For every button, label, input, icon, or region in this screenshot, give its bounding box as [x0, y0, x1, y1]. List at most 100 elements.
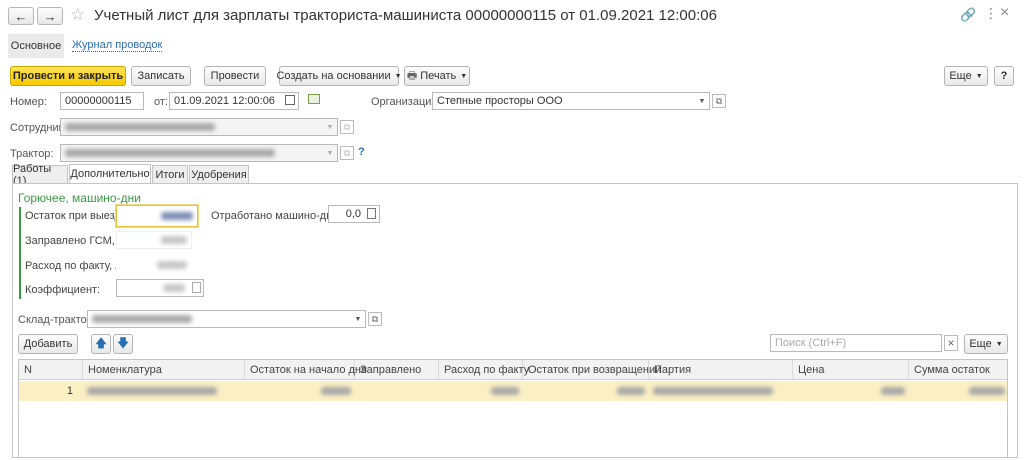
actual-value-blurred: [157, 261, 187, 269]
menu-icon[interactable]: ⋮: [984, 5, 998, 22]
coefficient-value-blurred: [163, 284, 185, 292]
column-header-actual[interactable]: Расход по факту: [439, 360, 529, 380]
printer-icon: 🖶: [406, 69, 418, 82]
refueled-field[interactable]: [116, 231, 192, 249]
row-number: 1: [66, 385, 73, 397]
nav-tab-main[interactable]: Основное: [8, 34, 64, 58]
column-header-batch[interactable]: Партия: [649, 360, 793, 380]
items-table: N Номенклатура Остаток на начало дня Зап…: [18, 359, 1008, 458]
tractor-field[interactable]: [60, 144, 338, 162]
chevron-down-icon: ▼: [975, 72, 983, 80]
tractor-dropdown-icon[interactable]: ▼: [324, 145, 336, 161]
window-title: Учетный лист для зарплаты тракториста-ма…: [94, 7, 717, 24]
machine-days-value: 0,0: [345, 208, 361, 220]
table-header: N Номенклатура Остаток на начало дня Зап…: [19, 360, 1007, 380]
tractor-open-icon[interactable]: ⧉: [340, 146, 354, 160]
employee-dropdown-icon[interactable]: ▼: [324, 119, 336, 135]
refueled-value-blurred: [161, 236, 187, 244]
warehouse-label: Склад-трактор:: [18, 314, 96, 326]
tab-additional[interactable]: Дополнительно: [69, 164, 151, 183]
row-start-balance-cell: [245, 381, 355, 401]
organization-open-icon[interactable]: ⧉: [712, 94, 726, 108]
calendar-icon[interactable]: [285, 95, 295, 105]
table-more-label: Еще: [969, 338, 992, 350]
back-button[interactable]: ←: [8, 7, 34, 25]
number-field[interactable]: 00000000115: [60, 92, 144, 110]
tab-additional-label: Дополнительно: [70, 168, 150, 180]
organization-dropdown-icon[interactable]: ▼: [696, 93, 708, 109]
post-button[interactable]: Провести: [204, 66, 266, 86]
move-down-button[interactable]: 🡇: [113, 334, 133, 354]
row-balance-sum-cell: [909, 381, 1007, 401]
column-header-start-balance[interactable]: Остаток на начало дня: [245, 360, 367, 380]
coefficient-label: Коэффициент:: [25, 284, 101, 296]
tab-totals-label: Итоги: [155, 168, 185, 181]
warehouse-open-icon[interactable]: ⧉: [368, 312, 382, 326]
table-row[interactable]: 1: [19, 381, 1007, 401]
column-header-nomenclature[interactable]: Номенклатура: [83, 360, 245, 380]
fuel-group-bar: [19, 207, 21, 299]
calculator-icon[interactable]: [367, 208, 376, 219]
arrow-up-icon: 🡅: [94, 335, 108, 350]
row-refueled-cell: [355, 381, 439, 401]
help-button[interactable]: ?: [994, 66, 1014, 86]
favorite-star-icon[interactable]: ☆: [70, 5, 85, 25]
tractor-label: Трактор:: [10, 148, 54, 160]
tab-fertilizers[interactable]: Удобрения: [189, 165, 249, 183]
employee-label: Сотрудник:: [10, 122, 67, 134]
warehouse-value-blurred: [92, 315, 192, 323]
employee-value-blurred: [65, 123, 215, 131]
coefficient-field[interactable]: [116, 279, 204, 297]
search-input[interactable]: Поиск (Ctrl+F): [770, 334, 942, 352]
row-return-balance-cell: [523, 381, 649, 401]
remaining-label: Остаток при выезде:: [25, 210, 131, 222]
more-button[interactable]: Еще ▼: [944, 66, 988, 86]
column-header-price[interactable]: Цена: [793, 360, 909, 380]
post-and-close-button[interactable]: Провести и закрыть: [10, 66, 126, 86]
create-based-on-button[interactable]: Создать на основании ▼: [276, 66, 402, 86]
tab-works[interactable]: Работы (1): [12, 163, 68, 187]
remaining-field[interactable]: [116, 205, 198, 227]
table-more-button[interactable]: Еще ▼: [964, 334, 1008, 354]
save-button[interactable]: Записать: [131, 66, 191, 86]
link-icon[interactable]: 🔗: [960, 7, 976, 23]
remaining-value-blurred: [161, 212, 193, 220]
add-button[interactable]: Добавить: [18, 334, 78, 354]
date-field[interactable]: 01.09.2021 12:00:06: [169, 92, 299, 110]
tractor-help-icon[interactable]: ?: [358, 146, 365, 158]
warehouse-dropdown-icon[interactable]: ▼: [352, 311, 364, 327]
refueled-label: Заправлено ГСМ, л:: [25, 235, 128, 247]
column-header-n[interactable]: N: [19, 360, 83, 380]
nav-tab-main-label: Основное: [10, 40, 62, 52]
print-label: Печать: [420, 70, 457, 82]
nav-tab-journal[interactable]: Журнал проводок: [72, 39, 163, 52]
column-header-balance-sum[interactable]: Сумма остаток: [909, 360, 1007, 380]
fuel-group-title: Горючее, машино-дни: [18, 191, 141, 205]
more-label: Еще: [949, 70, 972, 82]
warehouse-field[interactable]: [87, 310, 366, 328]
row-actual-cell: [439, 381, 523, 401]
column-header-refueled[interactable]: Заправлено: [355, 360, 439, 380]
calculator-icon[interactable]: [192, 282, 201, 293]
forward-button[interactable]: →: [37, 7, 63, 25]
chevron-down-icon: ▼: [394, 72, 402, 80]
row-price-cell: [793, 381, 909, 401]
tab-totals[interactable]: Итоги: [152, 165, 188, 183]
number-label: Номер:: [10, 96, 47, 108]
search-clear-icon[interactable]: ×: [944, 335, 958, 351]
move-up-button[interactable]: 🡅: [91, 334, 111, 354]
employee-open-icon[interactable]: ⧉: [340, 120, 354, 134]
tractor-value-blurred: [65, 149, 275, 157]
row-batch-cell: [649, 381, 793, 401]
close-icon[interactable]: ×: [1000, 4, 1009, 22]
organization-field[interactable]: Степные просторы ООО: [432, 92, 710, 110]
organization-label: Организация:: [371, 96, 441, 108]
row-nomenclature-cell: [83, 381, 245, 401]
chevron-down-icon: ▼: [460, 72, 468, 80]
date-label: от:: [154, 96, 168, 108]
print-button[interactable]: 🖶 Печать ▼: [404, 66, 470, 86]
employee-field[interactable]: [60, 118, 338, 136]
post-status-icon: [308, 94, 320, 104]
column-header-return-balance[interactable]: Остаток при возвращении: [523, 360, 661, 380]
tab-fertilizers-label: Удобрения: [191, 168, 247, 181]
